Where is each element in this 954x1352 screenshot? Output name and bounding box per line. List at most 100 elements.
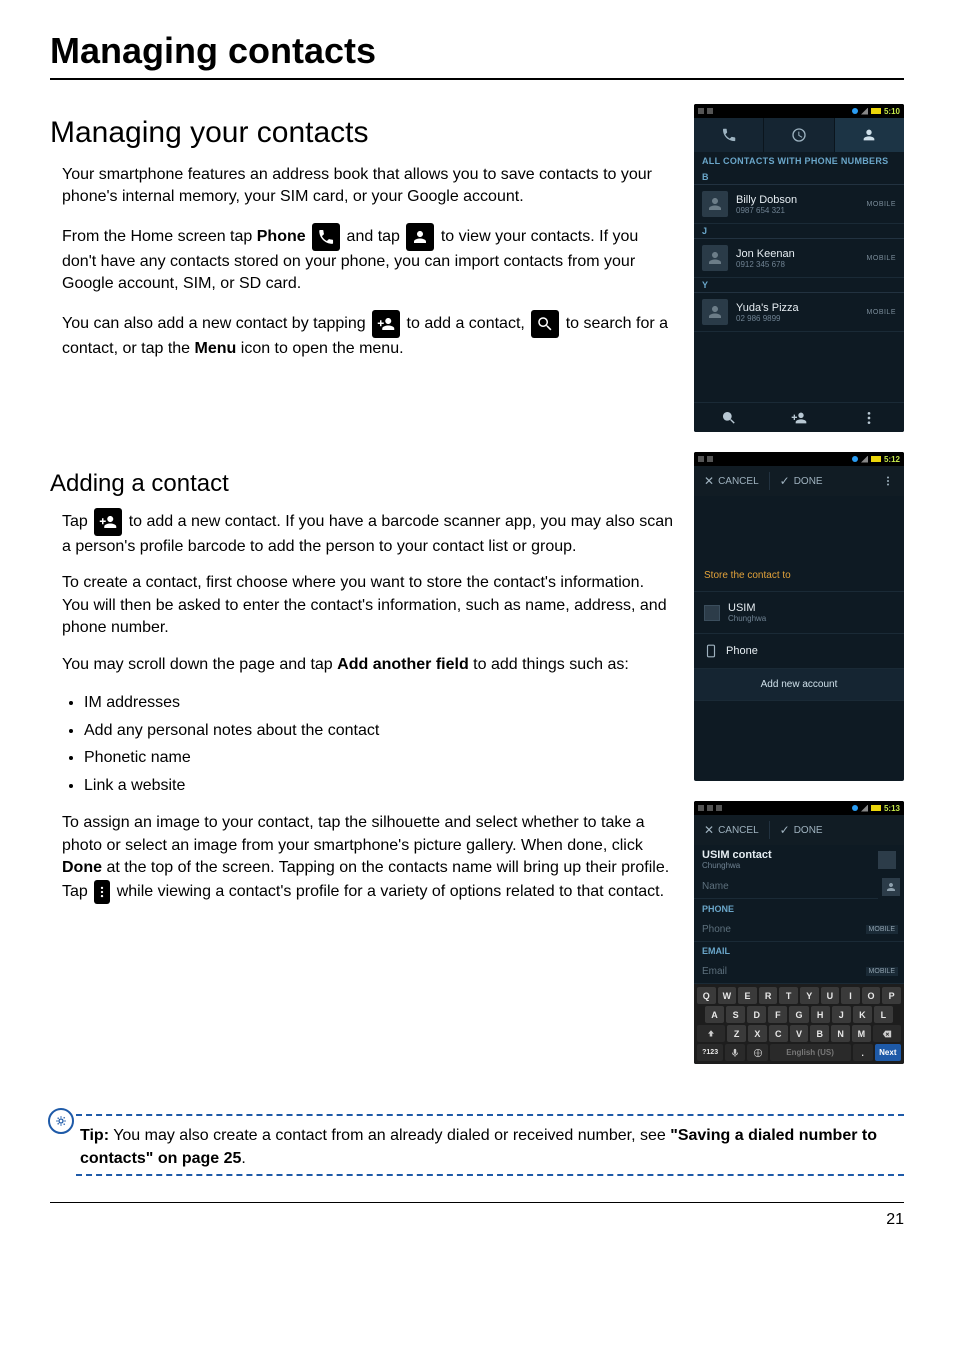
phone-type-selector[interactable]: MOBILE: [866, 925, 898, 934]
para-add-field: You may scroll down the page and tap Add…: [50, 654, 674, 676]
phone-input[interactable]: Phone: [694, 918, 866, 941]
contact-number: 0987 654 321: [736, 206, 859, 215]
key[interactable]: A: [705, 1006, 724, 1023]
top-actions: ✕ CANCEL ✓ DONE: [694, 815, 904, 845]
screenshot-edit-contact: 5:13 ✕ CANCEL ✓ DONE USIM contact Chungh…: [694, 801, 904, 1064]
key[interactable]: O: [862, 987, 881, 1004]
bullet-item: Link a website: [84, 773, 674, 799]
contacts-tabs[interactable]: [694, 118, 904, 152]
backspace-key[interactable]: [873, 1025, 901, 1042]
name-input[interactable]: Name: [694, 875, 878, 899]
field-bullets: IM addresses Add any personal notes abou…: [50, 690, 674, 798]
key[interactable]: Y: [800, 987, 819, 1004]
page-footer: 21: [50, 1202, 904, 1229]
cancel-label: CANCEL: [718, 825, 759, 836]
status-bar: 5:13: [694, 801, 904, 815]
key[interactable]: T: [779, 987, 798, 1004]
space-key[interactable]: English (US): [770, 1044, 851, 1061]
phone-section-label: PHONE: [694, 900, 904, 918]
key[interactable]: U: [821, 987, 840, 1004]
option-subtitle: Chunghwa: [728, 614, 766, 623]
p4-a: Tap: [62, 513, 92, 530]
mic-key[interactable]: [725, 1044, 745, 1061]
key[interactable]: L: [874, 1006, 893, 1023]
tip-divider-top: [76, 1114, 904, 1116]
para-home-phone: From the Home screen tap Phone and tap t…: [50, 223, 674, 296]
email-type-selector[interactable]: MOBILE: [866, 967, 898, 976]
key[interactable]: B: [810, 1025, 829, 1042]
p2-phone-bold: Phone: [257, 228, 306, 245]
avatar: [702, 245, 728, 271]
key[interactable]: X: [748, 1025, 767, 1042]
cancel-button[interactable]: ✕ CANCEL: [694, 474, 769, 488]
option-title: Phone: [726, 645, 758, 657]
tab-contacts[interactable]: [835, 118, 904, 152]
key[interactable]: Z: [727, 1025, 746, 1042]
tip-a: You may also create a contact from an al…: [109, 1127, 670, 1144]
section-title: Managing your contacts: [50, 116, 674, 150]
p6-b: to add things such as:: [469, 656, 629, 673]
phone-app-icon: [312, 223, 340, 251]
key[interactable]: P: [882, 987, 901, 1004]
next-key[interactable]: Next: [875, 1044, 901, 1061]
para-add-search: You can also add a new contact by tappin…: [50, 310, 674, 360]
tab-recent[interactable]: [764, 118, 834, 152]
tip-text: Tip: You may also create a contact from …: [76, 1124, 904, 1170]
contact-photo-button[interactable]: [882, 878, 900, 896]
add-contact-button[interactable]: [764, 403, 834, 432]
tip-b: .: [241, 1150, 245, 1167]
email-input[interactable]: Email: [694, 960, 866, 983]
overflow-menu-button[interactable]: [872, 475, 904, 487]
contact-type: MOBILE: [867, 309, 896, 316]
contact-number: 02 986 9899: [736, 314, 859, 323]
contact-row[interactable]: Jon Keenan 0912 345 678 MOBILE: [694, 239, 904, 278]
key[interactable]: E: [738, 987, 757, 1004]
top-actions: ✕ CANCEL ✓ DONE: [694, 466, 904, 496]
key[interactable]: F: [768, 1006, 787, 1023]
sim-icon: [704, 605, 720, 621]
option-usim[interactable]: USIM Chunghwa: [694, 591, 904, 633]
key[interactable]: G: [789, 1006, 808, 1023]
alpha-y: Y: [694, 278, 904, 293]
key[interactable]: Q: [697, 987, 716, 1004]
done-button[interactable]: ✓ DONE: [770, 474, 833, 488]
globe-key[interactable]: [747, 1044, 767, 1061]
key[interactable]: W: [718, 987, 737, 1004]
cancel-button[interactable]: ✕ CANCEL: [694, 823, 769, 837]
chapter-title: Managing contacts: [50, 30, 904, 72]
done-button[interactable]: ✓ DONE: [770, 823, 833, 837]
tab-dialer[interactable]: [694, 118, 764, 152]
key[interactable]: M: [852, 1025, 871, 1042]
option-phone[interactable]: Phone: [694, 633, 904, 668]
contact-row[interactable]: Yuda's Pizza 02 986 9899 MOBILE: [694, 293, 904, 332]
key[interactable]: C: [769, 1025, 788, 1042]
p6-a: You may scroll down the page and tap: [62, 656, 337, 673]
period-key[interactable]: .: [853, 1044, 873, 1061]
key[interactable]: D: [747, 1006, 766, 1023]
shift-key[interactable]: [697, 1025, 725, 1042]
account-sub: Chunghwa: [702, 861, 772, 870]
key[interactable]: K: [853, 1006, 872, 1023]
key[interactable]: V: [790, 1025, 809, 1042]
contact-row[interactable]: Billy Dobson 0987 654 321 MOBILE: [694, 185, 904, 224]
key[interactable]: N: [831, 1025, 850, 1042]
symbols-key[interactable]: ?123: [697, 1044, 723, 1061]
done-label: DONE: [794, 825, 823, 836]
key[interactable]: R: [759, 987, 778, 1004]
key[interactable]: I: [841, 987, 860, 1004]
key[interactable]: J: [832, 1006, 851, 1023]
key[interactable]: S: [726, 1006, 745, 1023]
add-account-button[interactable]: Add new account: [694, 668, 904, 701]
cancel-label: CANCEL: [718, 476, 759, 487]
status-time: 5:10: [884, 107, 900, 116]
add-contact-icon: [94, 508, 122, 536]
status-bar: 5:12: [694, 452, 904, 466]
contact-name: Yuda's Pizza: [736, 302, 859, 314]
contacts-tab-icon: [406, 223, 434, 251]
avatar: [702, 299, 728, 325]
key[interactable]: H: [811, 1006, 830, 1023]
search-button[interactable]: [694, 403, 764, 432]
menu-button[interactable]: [834, 403, 904, 432]
screenshot-contacts-list: 5:10 ALL CONTACTS WITH PHONE NUMBERS B B…: [694, 104, 904, 432]
alpha-j: J: [694, 224, 904, 239]
